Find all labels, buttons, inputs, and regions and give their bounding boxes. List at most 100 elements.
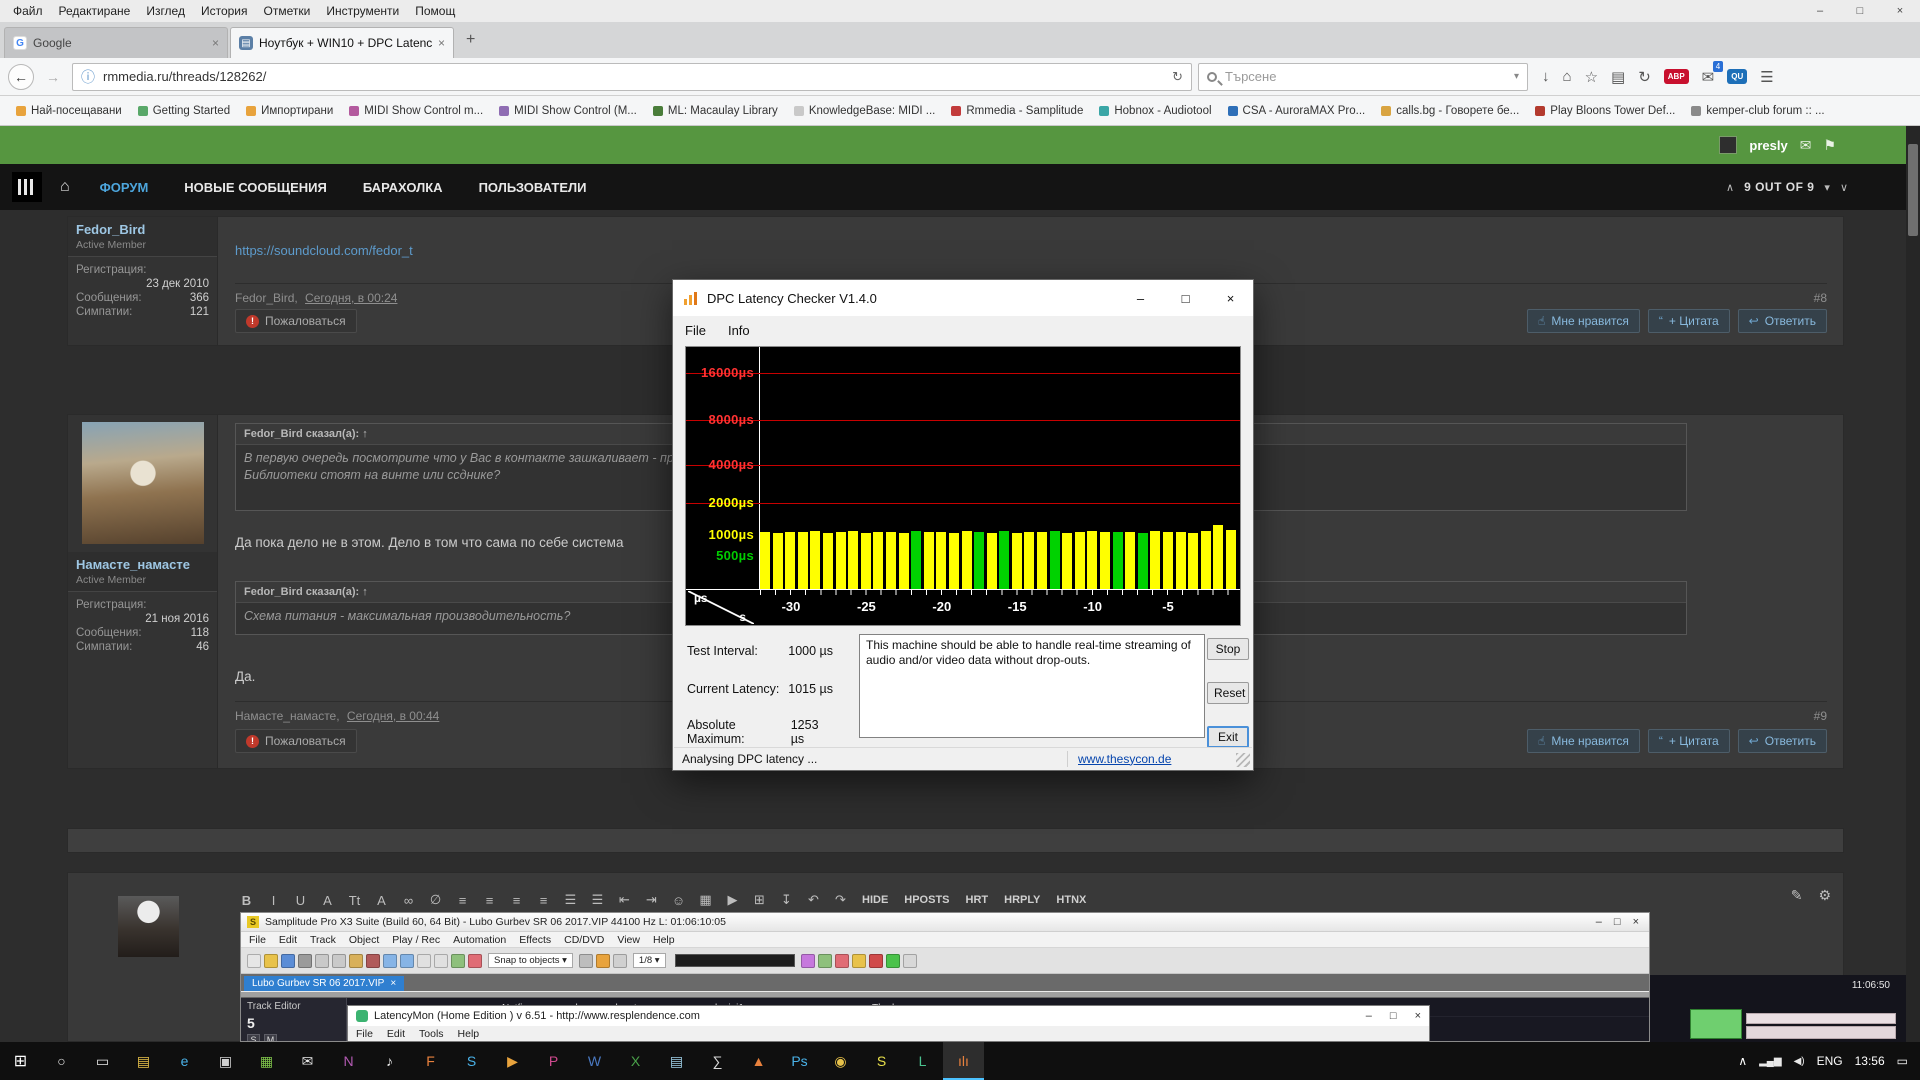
search-engine-dropdown-icon[interactable]: ▾ xyxy=(1514,71,1519,82)
bookmark-item[interactable]: Най-посещавани xyxy=(10,102,128,120)
undo-icon[interactable] xyxy=(383,954,397,968)
tab-close-icon[interactable]: × xyxy=(212,36,219,50)
bookmark-item[interactable]: Getting Started xyxy=(132,102,236,120)
post-number[interactable]: #9 xyxy=(1814,709,1827,723)
latencymon-menu-file[interactable]: File xyxy=(356,1028,373,1040)
tab-google[interactable]: G Google × xyxy=(4,27,228,58)
dpc-menu-info[interactable]: Info xyxy=(728,323,750,338)
taskbar-mail[interactable]: ✉ xyxy=(287,1042,328,1080)
bookmark-item[interactable]: KnowledgeBase: MIDI ... xyxy=(788,102,942,120)
editor-smilies-button[interactable]: ☺ xyxy=(666,888,691,912)
thesycon-link[interactable]: www.thesycon.de xyxy=(1068,752,1236,766)
latencymon-menu-help[interactable]: Help xyxy=(458,1028,480,1040)
close-button[interactable]: × xyxy=(1633,916,1639,928)
restore-button[interactable]: □ xyxy=(1840,5,1880,17)
maximize-button[interactable]: □ xyxy=(1163,280,1208,316)
like-button[interactable]: ☝Мне нравится xyxy=(1527,729,1640,753)
pager-caret-icon[interactable]: ▾ xyxy=(1824,181,1830,194)
resize-grip[interactable] xyxy=(1236,753,1250,767)
automation-toggle-icon[interactable] xyxy=(835,954,849,968)
new-tab-button[interactable]: + xyxy=(456,31,485,49)
bookmark-item[interactable]: MIDI Show Control (M... xyxy=(493,102,643,120)
bookmark-item[interactable]: kemper-club forum :: ... xyxy=(1685,102,1830,120)
reload-icon[interactable]: ↻ xyxy=(1172,69,1183,85)
menu-view[interactable]: Изглед xyxy=(139,2,192,20)
editor-align-right-button[interactable]: ≡ xyxy=(504,888,529,912)
bookmark-item[interactable]: Rmmedia - Samplitude xyxy=(945,102,1089,120)
forward-button[interactable]: → xyxy=(40,64,66,90)
taskbar-notepad[interactable]: ▤ xyxy=(656,1042,697,1080)
nav-users[interactable]: ПОЛЬЗОВАТЕЛИ xyxy=(463,166,603,209)
editor-drafts-button[interactable]: ↧ xyxy=(774,888,799,912)
save-project-icon[interactable] xyxy=(281,954,295,968)
bookmark-item[interactable]: CSA - AuroraMAX Pro... xyxy=(1222,102,1372,120)
menu-icon[interactable]: ☰ xyxy=(1760,68,1773,86)
samplitude-menu-object[interactable]: Object xyxy=(349,934,379,946)
taskbar-firefox[interactable]: F xyxy=(410,1042,451,1080)
audio-clip[interactable] xyxy=(1746,1013,1896,1024)
play-icon[interactable] xyxy=(886,954,900,968)
samplitude-menu-view[interactable]: View xyxy=(617,934,640,946)
editor-font-family-button[interactable]: A xyxy=(369,888,394,912)
bookmark-item[interactable]: Импортирани xyxy=(240,102,339,120)
bookmark-item[interactable]: calls.bg - Говорете бе... xyxy=(1375,102,1525,120)
inbox-icon[interactable]: ✉ xyxy=(1800,137,1812,154)
track-editor-title[interactable]: Track Editor xyxy=(247,1001,340,1012)
quote-button[interactable]: “+ Цитата xyxy=(1648,309,1730,333)
samplitude-menu-cd-dvd[interactable]: CD/DVD xyxy=(564,934,604,946)
editor-hrt-button[interactable]: HRT xyxy=(959,894,996,906)
editor-outdent-button[interactable]: ⇤ xyxy=(612,888,637,912)
audio-clip-green[interactable] xyxy=(1690,1009,1742,1039)
editor-text-color-button[interactable]: A xyxy=(315,888,340,912)
clock[interactable]: 13:56 xyxy=(1855,1054,1885,1068)
reset-button[interactable]: Reset xyxy=(1207,682,1249,704)
zoom-level-select[interactable]: 1/8 ▾ xyxy=(633,953,666,968)
maximize-button[interactable]: □ xyxy=(1614,916,1621,928)
quote-button[interactable]: “+ Цитата xyxy=(1648,729,1730,753)
taskbar-onenote[interactable]: N xyxy=(328,1042,369,1080)
search-bar[interactable]: Търсене ▾ xyxy=(1198,63,1528,91)
cut-icon[interactable] xyxy=(315,954,329,968)
samplitude-menu-help[interactable]: Help xyxy=(653,934,675,946)
editor-align-justify-button[interactable]: ≡ xyxy=(531,888,556,912)
scrollbar-thumb[interactable] xyxy=(1908,144,1918,236)
browser-scrollbar[interactable] xyxy=(1906,126,1920,1042)
zoom-tool-icon[interactable] xyxy=(613,954,627,968)
new-vip-icon[interactable] xyxy=(247,954,261,968)
mail-icon[interactable]: ✉4 xyxy=(1702,68,1715,86)
site-logo[interactable] xyxy=(12,172,42,202)
paste-icon[interactable] xyxy=(349,954,363,968)
close-button[interactable]: × xyxy=(1208,280,1253,316)
taskbar-calculator[interactable]: ∑ xyxy=(697,1042,738,1080)
dpc-menu-file[interactable]: File xyxy=(685,323,706,338)
taskbar-excel[interactable]: X xyxy=(615,1042,656,1080)
taskbar-file-explorer[interactable]: ▤ xyxy=(123,1042,164,1080)
taskbar-task-view[interactable]: ▭ xyxy=(82,1042,123,1080)
tray-chevron-icon[interactable]: ∧ xyxy=(1738,1054,1747,1068)
editor-hposts-button[interactable]: HPOSTS xyxy=(897,894,956,906)
stop-icon[interactable] xyxy=(903,954,917,968)
post-author-link[interactable]: Намасте_намасте, xyxy=(235,709,340,723)
reply-button[interactable]: ↩Ответить xyxy=(1738,309,1827,333)
scroll-down-icon[interactable]: ∨ xyxy=(1840,181,1848,194)
editor-insert-link-button[interactable]: ∞ xyxy=(396,888,421,912)
taskbar-word[interactable]: W xyxy=(574,1042,615,1080)
samplitude-menu-track[interactable]: Track xyxy=(310,934,336,946)
nav-forum[interactable]: ФОРУМ xyxy=(84,166,165,209)
home-icon[interactable]: ⌂ xyxy=(50,178,80,196)
editor-unlink-button[interactable]: ∅ xyxy=(423,888,448,912)
editor-hide-button[interactable]: HIDE xyxy=(855,894,895,906)
minimize-button[interactable]: – xyxy=(1800,5,1840,17)
sync-icon[interactable]: ↻ xyxy=(1638,68,1651,86)
language-indicator[interactable]: ENG xyxy=(1817,1054,1843,1068)
editor-align-center-button[interactable]: ≡ xyxy=(477,888,502,912)
samplitude-titlebar[interactable]: S Samplitude Pro X3 Suite (Build 60, 64 … xyxy=(241,913,1649,932)
taskbar-skype[interactable]: S xyxy=(451,1042,492,1080)
grid-toggle-icon[interactable] xyxy=(579,954,593,968)
analysis-message-box[interactable]: This machine should be able to handle re… xyxy=(859,634,1205,738)
url-text[interactable]: rmmedia.ru/threads/128262/ xyxy=(103,69,1164,84)
stop-button[interactable]: Stop xyxy=(1207,638,1249,660)
author-avatar-image[interactable] xyxy=(82,422,204,544)
taskbar-chrome[interactable]: ◉ xyxy=(820,1042,861,1080)
delete-icon[interactable] xyxy=(366,954,380,968)
